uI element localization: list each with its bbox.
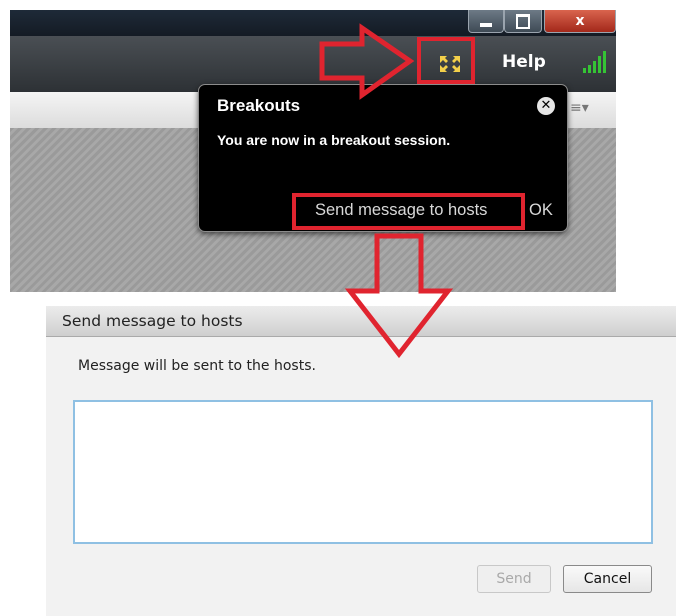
- right-arrow-annotation: [319, 23, 415, 100]
- down-arrow-annotation: [344, 233, 454, 359]
- annotation-arrows: [319, 23, 454, 359]
